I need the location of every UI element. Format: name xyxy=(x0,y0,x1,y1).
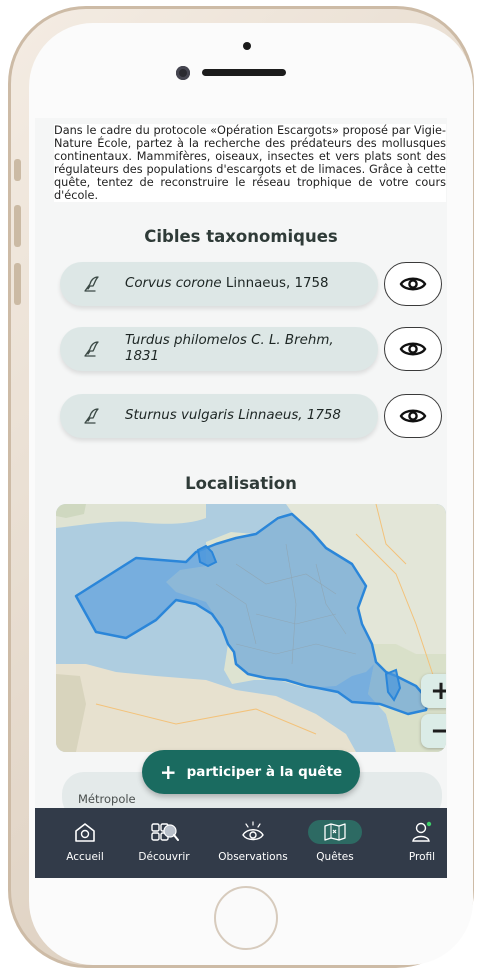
bird-icon xyxy=(84,408,99,424)
mute-switch xyxy=(14,159,21,181)
taxon-label: Turdus philomelos C. L. Brehm, 1831 xyxy=(125,333,362,365)
taxon-item[interactable]: Turdus philomelos C. L. Brehm, 1831 xyxy=(60,327,378,371)
front-camera xyxy=(176,66,190,80)
tab-label: Découvrir xyxy=(138,851,190,863)
app-screen: Dans le cadre du protocole «Opération Es… xyxy=(35,118,447,878)
taxon-scientific-name: Corvus corone xyxy=(125,276,222,291)
proximity-sensor xyxy=(243,42,251,50)
participate-quest-label: participer à la quête xyxy=(186,764,343,780)
earpiece-speaker xyxy=(202,69,286,76)
tab-accueil[interactable]: Accueil xyxy=(57,808,113,878)
profile-icon xyxy=(412,821,432,842)
targets-title: Cibles taxonomiques xyxy=(144,227,338,246)
bottom-tab-bar: Accueil Découvrir Observations Quêtes Pr… xyxy=(35,808,447,878)
volume-down-button xyxy=(14,263,21,305)
taxon-scientific-name: Sturnus vulgaris Linnaeus, 1758 xyxy=(125,408,341,423)
tab-label: Accueil xyxy=(66,851,104,863)
home-button[interactable] xyxy=(214,886,278,950)
location-map[interactable]: + − xyxy=(56,504,446,752)
tab-observations[interactable]: Observations xyxy=(211,808,295,878)
taxon-scientific-name: Turdus philomelos C. L. Brehm, 1831 xyxy=(125,333,334,364)
home-icon xyxy=(75,823,95,842)
taxon-item[interactable]: Corvus corone Linnaeus, 1758 xyxy=(60,262,378,306)
taxon-label: Sturnus vulgaris Linnaeus, 1758 xyxy=(125,408,362,424)
region-label: Métropole xyxy=(78,792,136,806)
active-tab-indicator xyxy=(308,820,362,844)
plus-icon: + xyxy=(159,760,177,784)
tab-label: Observations xyxy=(218,851,288,863)
view-taxon-button[interactable] xyxy=(384,327,442,371)
discover-icon xyxy=(151,823,179,841)
eye-icon xyxy=(399,342,427,356)
zoom-out-button[interactable]: − xyxy=(421,714,446,748)
eye-icon xyxy=(399,277,427,291)
location-title: Localisation xyxy=(185,474,297,493)
taxon-item[interactable]: Sturnus vulgaris Linnaeus, 1758 xyxy=(60,394,378,438)
tab-decouvrir[interactable]: Découvrir xyxy=(133,808,195,878)
eye-icon xyxy=(399,409,427,423)
tab-quetes[interactable]: Quêtes xyxy=(303,808,367,878)
observations-eye-icon xyxy=(242,821,264,841)
taxon-author: Linnaeus, 1758 xyxy=(221,276,329,291)
view-taxon-button[interactable] xyxy=(384,394,442,438)
volume-up-button xyxy=(14,205,21,247)
tab-profil[interactable]: Profil xyxy=(397,808,447,878)
zoom-in-button[interactable]: + xyxy=(421,674,446,708)
tab-label: Profil xyxy=(408,851,436,863)
quest-description: Dans le cadre du protocole «Opération Es… xyxy=(54,124,446,202)
tab-label: Quêtes xyxy=(316,851,354,863)
participate-quest-button[interactable]: + participer à la quête xyxy=(142,750,360,794)
taxon-label: Corvus corone Linnaeus, 1758 xyxy=(125,276,362,292)
quests-map-icon xyxy=(324,823,346,841)
bird-icon xyxy=(84,276,99,292)
view-taxon-button[interactable] xyxy=(384,262,442,306)
bird-icon xyxy=(84,341,99,357)
map-graphic xyxy=(56,504,446,752)
